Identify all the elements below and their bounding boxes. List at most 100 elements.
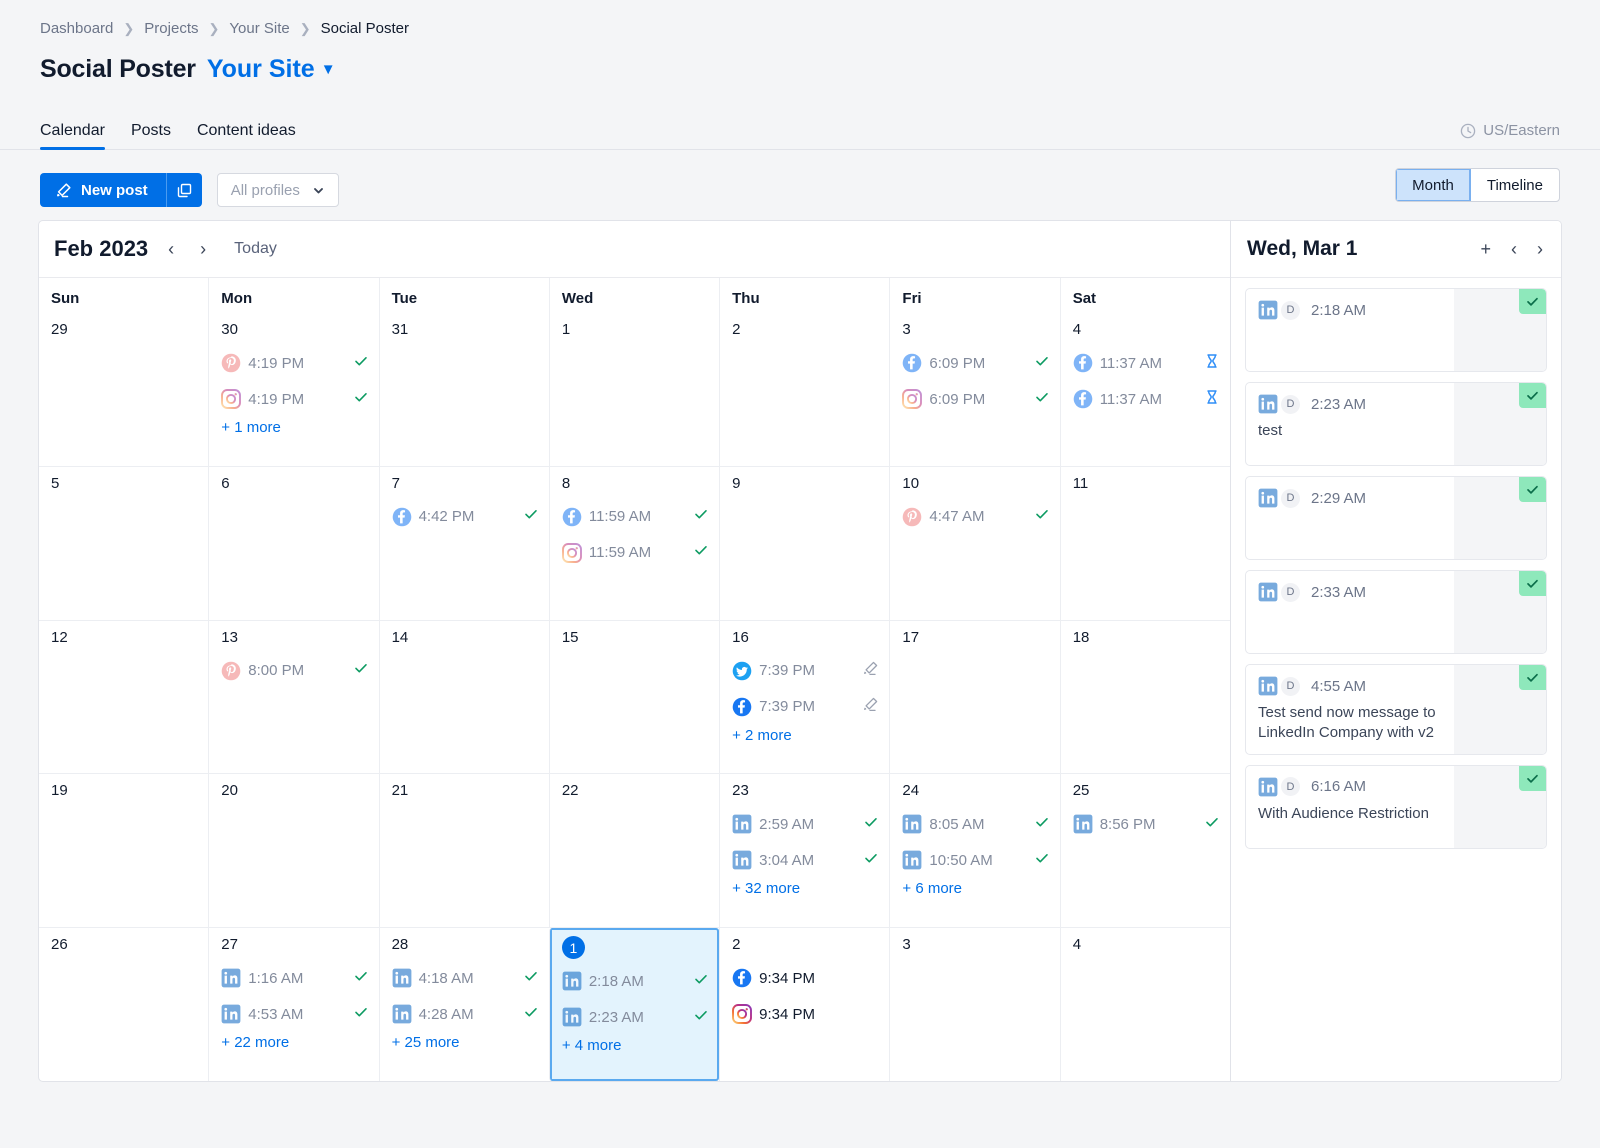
post-card[interactable]: D2:33 AM (1245, 570, 1547, 654)
more-events-link[interactable]: + 25 more (392, 1034, 539, 1051)
calendar-event[interactable]: 11:59 AM (562, 499, 709, 535)
dayname-mon: Mon (208, 278, 378, 313)
new-post-button[interactable]: New post (40, 173, 166, 207)
calendar-event[interactable]: 4:42 PM (392, 499, 539, 535)
calendar-day-cell[interactable]: 20 (208, 774, 378, 927)
calendar-event[interactable]: 2:23 AM (562, 999, 709, 1035)
tab-calendar[interactable]: Calendar (40, 122, 105, 149)
duplicate-post-button[interactable] (166, 173, 202, 207)
calendar-day-cell[interactable]: 6 (208, 467, 378, 620)
profiles-filter-select[interactable]: All profiles (217, 173, 339, 207)
calendar-day-cell[interactable]: 271:16 AM4:53 AM+ 22 more (208, 928, 378, 1081)
calendar-event[interactable]: 10:50 AM (902, 842, 1049, 878)
calendar-day-cell[interactable]: 304:19 PM4:19 PM+ 1 more (208, 313, 378, 466)
post-card[interactable]: D4:55 AMTest send now message to LinkedI… (1245, 664, 1547, 755)
calendar-day-cell[interactable]: 9 (719, 467, 889, 620)
plus-icon[interactable]: + (1480, 239, 1491, 260)
calendar-event[interactable]: 4:47 AM (902, 499, 1049, 535)
pencil-edit-icon[interactable] (862, 664, 879, 681)
instagram-icon (732, 1004, 752, 1024)
calendar-event[interactable]: 2:18 AM (562, 963, 709, 999)
calendar-today-button[interactable]: Today (234, 240, 277, 258)
more-events-link[interactable]: + 1 more (221, 419, 368, 436)
view-toggle-month[interactable]: Month (1396, 169, 1471, 201)
post-card[interactable]: D2:23 AMtest (1245, 382, 1547, 466)
chevron-down-icon[interactable]: ▼ (321, 61, 336, 78)
calendar-event[interactable]: 3:04 AM (732, 842, 879, 878)
calendar-day-cell[interactable]: 4 (1060, 928, 1230, 1081)
calendar-day-cell[interactable]: 1 (549, 313, 719, 466)
tab-posts[interactable]: Posts (131, 122, 171, 149)
calendar-day-cell[interactable]: 248:05 AM10:50 AM+ 6 more (889, 774, 1059, 927)
calendar-day-cell[interactable]: 29:34 PM9:34 PM (719, 928, 889, 1081)
calendar-event[interactable]: 4:19 PM (221, 381, 368, 417)
calendar-event[interactable]: 4:18 AM (392, 960, 539, 996)
breadcrumb-item-dashboard[interactable]: Dashboard (40, 20, 113, 37)
more-events-link[interactable]: + 6 more (902, 880, 1049, 897)
post-card-body: D2:23 AMtest (1246, 383, 1454, 465)
calendar-day-cell[interactable]: 104:47 AM (889, 467, 1059, 620)
calendar-day-cell[interactable]: 12 (39, 621, 208, 774)
calendar-day-cell[interactable]: 74:42 PM (379, 467, 549, 620)
calendar-event[interactable]: 4:28 AM (392, 996, 539, 1032)
calendar-next-button[interactable]: › (194, 239, 212, 260)
calendar-event[interactable]: 2:59 AM (732, 806, 879, 842)
calendar-event[interactable]: 8:00 PM (221, 653, 368, 689)
calendar-event[interactable]: 7:39 PM (732, 689, 879, 725)
calendar-day-cell[interactable]: 11 (1060, 467, 1230, 620)
calendar-day-cell[interactable]: 18 (1060, 621, 1230, 774)
chevron-right-icon[interactable]: › (1537, 239, 1543, 260)
calendar-event[interactable]: 6:09 PM (902, 381, 1049, 417)
calendar-day-cell[interactable]: 2 (719, 313, 889, 466)
calendar-day-cell[interactable]: 811:59 AM11:59 AM (549, 467, 719, 620)
calendar-day-cell[interactable]: 284:18 AM4:28 AM+ 25 more (379, 928, 549, 1081)
post-card[interactable]: D6:16 AMWith Audience Restriction (1245, 765, 1547, 849)
calendar-event[interactable]: 8:05 AM (902, 806, 1049, 842)
calendar-day-cell[interactable]: 31 (379, 313, 549, 466)
calendar-event[interactable]: 11:37 AM (1073, 381, 1220, 417)
calendar-day-cell[interactable]: 21 (379, 774, 549, 927)
post-card[interactable]: D2:18 AM (1245, 288, 1547, 372)
post-card[interactable]: D2:29 AM (1245, 476, 1547, 560)
calendar-day-cell[interactable]: 29 (39, 313, 208, 466)
calendar-event[interactable]: 11:59 AM (562, 535, 709, 571)
breadcrumb-item-projects[interactable]: Projects (144, 20, 198, 37)
tab-content-ideas[interactable]: Content ideas (197, 122, 296, 149)
more-events-link[interactable]: + 32 more (732, 880, 879, 897)
calendar-day-cell[interactable]: 12:18 AM2:23 AM+ 4 more (549, 928, 719, 1081)
calendar-day-cell[interactable]: 138:00 PM (208, 621, 378, 774)
calendar-day-cell[interactable]: 19 (39, 774, 208, 927)
breadcrumb-item-your-site[interactable]: Your Site (229, 20, 289, 37)
calendar-event[interactable]: 9:34 PM (732, 960, 879, 996)
calendar-day-cell[interactable]: 5 (39, 467, 208, 620)
more-events-link[interactable]: + 4 more (562, 1037, 709, 1054)
calendar-event[interactable]: 11:37 AM (1073, 345, 1220, 381)
calendar-event[interactable]: 4:19 PM (221, 345, 368, 381)
view-toggle-timeline[interactable]: Timeline (1471, 169, 1559, 201)
calendar-event[interactable]: 8:56 PM (1073, 806, 1220, 842)
calendar-day-cell[interactable]: 258:56 PM (1060, 774, 1230, 927)
calendar-day-cell[interactable]: 3 (889, 928, 1059, 1081)
day-number: 18 (1073, 629, 1220, 649)
calendar-day-cell[interactable]: 15 (549, 621, 719, 774)
calendar-day-cell[interactable]: 17 (889, 621, 1059, 774)
calendar-event[interactable]: 9:34 PM (732, 996, 879, 1032)
calendar-event[interactable]: 1:16 AM (221, 960, 368, 996)
calendar-day-cell[interactable]: 36:09 PM6:09 PM (889, 313, 1059, 466)
calendar-event[interactable]: 6:09 PM (902, 345, 1049, 381)
site-selector-label[interactable]: Your Site (207, 55, 315, 84)
pencil-edit-icon[interactable] (862, 700, 879, 717)
calendar-day-cell[interactable]: 232:59 AM3:04 AM+ 32 more (719, 774, 889, 927)
calendar-day-cell[interactable]: 14 (379, 621, 549, 774)
calendar-day-cell[interactable]: 22 (549, 774, 719, 927)
check-icon (353, 356, 369, 373)
more-events-link[interactable]: + 22 more (221, 1034, 368, 1051)
calendar-day-cell[interactable]: 167:39 PM7:39 PM+ 2 more (719, 621, 889, 774)
chevron-left-icon[interactable]: ‹ (1511, 239, 1517, 260)
calendar-day-cell[interactable]: 26 (39, 928, 208, 1081)
calendar-prev-button[interactable]: ‹ (162, 239, 180, 260)
calendar-event[interactable]: 7:39 PM (732, 653, 879, 689)
more-events-link[interactable]: + 2 more (732, 727, 879, 744)
calendar-day-cell[interactable]: 411:37 AM11:37 AM (1060, 313, 1230, 466)
calendar-event[interactable]: 4:53 AM (221, 996, 368, 1032)
